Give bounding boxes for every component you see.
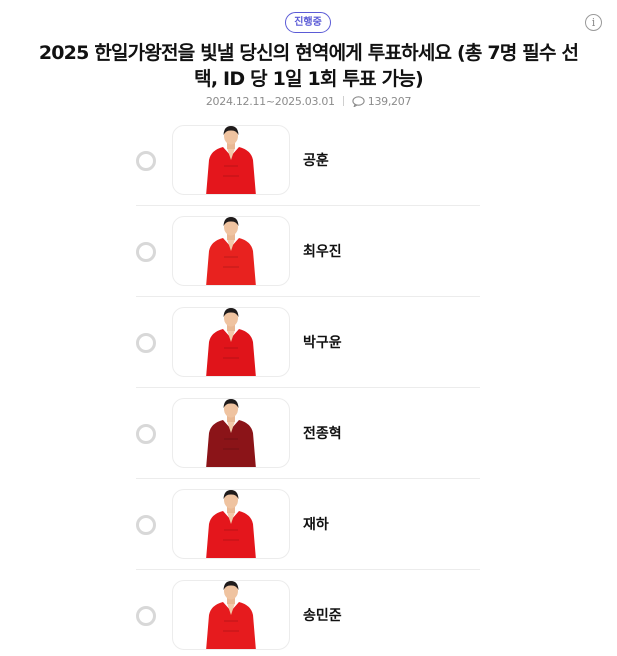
radio-button[interactable] bbox=[136, 606, 156, 626]
candidate-row[interactable]: 전종혁 bbox=[136, 388, 480, 479]
candidate-photo bbox=[172, 580, 290, 650]
candidate-name: 공훈 bbox=[303, 153, 329, 169]
radio-button[interactable] bbox=[136, 151, 156, 171]
info-icon[interactable]: i bbox=[585, 14, 602, 31]
radio-button[interactable] bbox=[136, 242, 156, 262]
candidate-row[interactable]: 최우진 bbox=[136, 206, 480, 297]
candidate-photo bbox=[172, 216, 290, 286]
radio-button[interactable] bbox=[136, 515, 156, 535]
candidate-name: 재하 bbox=[303, 517, 329, 533]
candidate-row[interactable]: 박구윤 bbox=[136, 297, 480, 388]
candidate-photo bbox=[172, 307, 290, 377]
page-title: 2025 한일가왕전을 빛낼 당신의 현역에게 투표하세요 (총 7명 필수 선… bbox=[38, 42, 579, 90]
candidate-name: 송민준 bbox=[303, 608, 342, 624]
candidate-row[interactable]: 송민준 bbox=[136, 570, 480, 656]
candidate-name: 전종혁 bbox=[303, 426, 342, 442]
candidate-photo bbox=[172, 125, 290, 195]
candidate-list: 공훈 최우진 박구윤 전종혁 재하 송민준 bbox=[136, 115, 480, 656]
radio-button[interactable] bbox=[136, 424, 156, 444]
vote-period: 2024.12.11~2025.03.01 bbox=[205, 94, 335, 108]
candidate-name: 박구윤 bbox=[303, 335, 342, 351]
radio-button[interactable] bbox=[136, 333, 156, 353]
comment-count: 139,207 bbox=[367, 94, 412, 108]
candidate-name: 최우진 bbox=[303, 244, 342, 260]
status-badge: 진행중 bbox=[285, 12, 331, 33]
vote-meta: 2024.12.11~2025.03.01 139,207 bbox=[0, 93, 617, 109]
candidate-row[interactable]: 공훈 bbox=[136, 115, 480, 206]
comment-icon bbox=[352, 95, 365, 107]
candidate-photo bbox=[172, 398, 290, 468]
candidate-photo bbox=[172, 489, 290, 559]
candidate-row[interactable]: 재하 bbox=[136, 479, 480, 570]
meta-divider bbox=[342, 96, 344, 106]
